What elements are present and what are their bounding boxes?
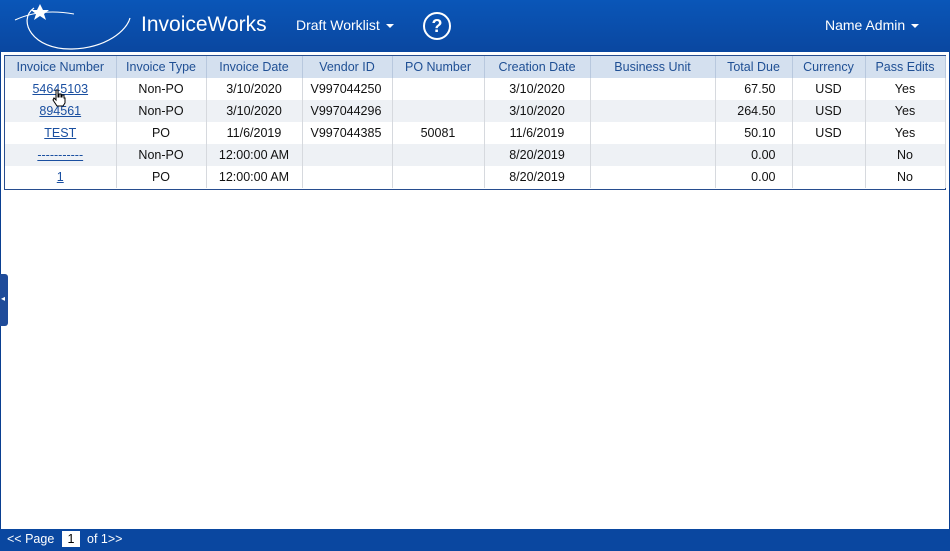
cell-invoice-date: 3/10/2020 (206, 100, 303, 122)
cell-invoice-date: 12:00:00 AM (206, 144, 303, 166)
cell-invoice-type: Non-PO (116, 144, 207, 166)
table-row: 894561 Non-PO 3/10/2020 V997044296 3/10/… (5, 100, 946, 122)
table-row: TEST PO 11/6/2019 V997044385 50081 11/6/… (5, 122, 946, 144)
cell-creation-date: 11/6/2019 (484, 122, 591, 144)
draft-worklist-menu[interactable]: Draft Worklist (296, 17, 394, 33)
cell-invoice-date: 12:00:00 AM (206, 166, 303, 188)
cell-invoice-type: Non-PO (116, 78, 207, 100)
cell-po-number: 50081 (392, 122, 485, 144)
cell-business-unit (590, 122, 716, 144)
table-row: 1 PO 12:00:00 AM 8/20/2019 0.00 No (5, 166, 946, 188)
header-bar: InvoiceWorks Draft Worklist ? Name Admin (0, 0, 950, 52)
cell-creation-date: 3/10/2020 (484, 78, 591, 100)
next-page-link[interactable]: of 1>> (87, 532, 122, 546)
column-header-po-number[interactable]: PO Number (392, 56, 485, 78)
column-header-currency[interactable]: Currency (792, 56, 866, 78)
cell-po-number (392, 100, 485, 122)
cell-pass-edits: No (865, 166, 946, 188)
cell-po-number (392, 78, 485, 100)
cell-vendor-id: V997044250 (302, 78, 393, 100)
cell-po-number (392, 166, 485, 188)
invoice-number-link[interactable]: TEST (44, 126, 76, 140)
cell-creation-date: 8/20/2019 (484, 144, 591, 166)
cell-currency: USD (792, 100, 866, 122)
column-header-pass-edits[interactable]: Pass Edits (865, 56, 946, 78)
cell-pass-edits: Yes (865, 78, 946, 100)
cell-total-due: 67.50 (715, 78, 793, 100)
cell-business-unit (590, 78, 716, 100)
chevron-down-icon (385, 24, 394, 29)
side-panel-handle[interactable]: ◂ (0, 274, 8, 326)
table-row: ----------- Non-PO 12:00:00 AM 8/20/2019… (5, 144, 946, 166)
cell-pass-edits: No (865, 144, 946, 166)
chevron-down-icon (911, 24, 920, 29)
cell-business-unit (590, 100, 716, 122)
table-row: 54645103 Non-PO 3/10/2020 V997044250 3/1… (5, 78, 946, 100)
invoice-table: Invoice Number Invoice Type Invoice Date… (5, 56, 946, 188)
invoice-grid: Invoice Number Invoice Type Invoice Date… (4, 55, 946, 190)
cell-total-due: 0.00 (715, 144, 793, 166)
cell-total-due: 264.50 (715, 100, 793, 122)
help-icon[interactable]: ? (423, 12, 451, 40)
cell-invoice-type: PO (116, 166, 207, 188)
cell-business-unit (590, 144, 716, 166)
logo-swoosh-icon (14, 4, 131, 50)
pagination-bar: << Page 1 of 1>> (0, 529, 950, 551)
cell-pass-edits: Yes (865, 122, 946, 144)
column-header-invoice-date[interactable]: Invoice Date (206, 56, 303, 78)
cell-vendor-id (302, 144, 393, 166)
cell-vendor-id: V997044296 (302, 100, 393, 122)
cell-currency: USD (792, 78, 866, 100)
cell-vendor-id: V997044385 (302, 122, 393, 144)
cell-currency: USD (792, 122, 866, 144)
column-header-vendor-id[interactable]: Vendor ID (302, 56, 393, 78)
hand-pointer-cursor-icon (52, 89, 66, 107)
cell-currency (792, 166, 866, 188)
user-menu[interactable]: Name Admin (825, 17, 920, 33)
column-header-creation-date[interactable]: Creation Date (484, 56, 591, 78)
column-header-invoice-number[interactable]: Invoice Number (5, 56, 117, 78)
cell-invoice-date: 11/6/2019 (206, 122, 303, 144)
cell-invoice-number: 1 (5, 166, 117, 188)
user-name-label: Name Admin (825, 17, 906, 33)
invoice-number-link[interactable]: ----------- (37, 148, 83, 162)
cell-currency (792, 144, 866, 166)
cell-pass-edits: Yes (865, 100, 946, 122)
cell-invoice-number: TEST (5, 122, 117, 144)
collapse-arrows-icon: ◂ (1, 294, 6, 303)
cell-total-due: 0.00 (715, 166, 793, 188)
cell-creation-date: 3/10/2020 (484, 100, 591, 122)
app-title: InvoiceWorks (141, 13, 267, 36)
column-header-business-unit[interactable]: Business Unit (590, 56, 716, 78)
cell-invoice-date: 3/10/2020 (206, 78, 303, 100)
draft-worklist-label: Draft Worklist (296, 17, 380, 33)
column-header-total-due[interactable]: Total Due (715, 56, 793, 78)
page-number-input[interactable]: 1 (62, 531, 80, 547)
cell-invoice-number: ----------- (5, 144, 117, 166)
cell-invoice-type: PO (116, 122, 207, 144)
cell-invoice-type: Non-PO (116, 100, 207, 122)
cell-creation-date: 8/20/2019 (484, 166, 591, 188)
cell-vendor-id (302, 166, 393, 188)
cell-business-unit (590, 166, 716, 188)
column-header-invoice-type[interactable]: Invoice Type (116, 56, 207, 78)
invoice-number-link[interactable]: 1 (57, 170, 64, 184)
table-header-row: Invoice Number Invoice Type Invoice Date… (5, 56, 946, 78)
prev-page-link[interactable]: << Page (7, 532, 54, 546)
cell-po-number (392, 144, 485, 166)
cell-total-due: 50.10 (715, 122, 793, 144)
